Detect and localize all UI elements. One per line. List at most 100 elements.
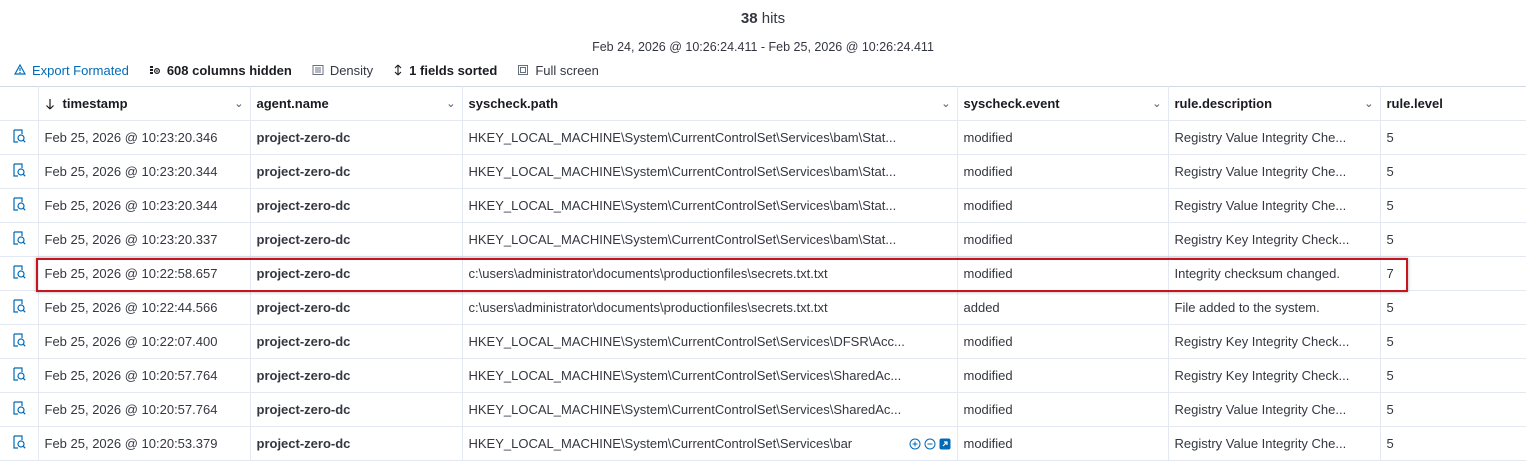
expand-row-button[interactable] [0,392,39,427]
cell-timestamp[interactable]: Feb 25, 2026 @ 10:20:53.379 [38,426,251,461]
cell-timestamp[interactable]: Feb 25, 2026 @ 10:23:20.346 [38,120,251,155]
expand-row-button[interactable] [0,324,39,359]
cell-syscheck-path[interactable]: HKEY_LOCAL_MACHINE\System\CurrentControl… [462,154,958,189]
cell-syscheck-path[interactable]: HKEY_LOCAL_MACHINE\System\CurrentControl… [462,188,958,223]
cell-timestamp[interactable]: Feb 25, 2026 @ 10:20:57.764 [38,358,251,393]
cell-rule-description[interactable]: Registry Value Integrity Che... [1168,120,1381,155]
column-header-rule-description[interactable]: rule.description ⌄ [1168,86,1381,121]
table-row: Feb 25, 2026 @ 10:20:57.764 project-zero… [0,392,1526,427]
cell-syscheck-event[interactable]: modified [957,426,1169,461]
expand-row-button[interactable] [0,222,39,257]
table-row-highlighted: Feb 25, 2026 @ 10:22:58.657 project-zero… [0,256,1526,291]
table-row: Feb 25, 2026 @ 10:23:20.344 project-zero… [0,154,1526,189]
cell-syscheck-event[interactable]: modified [957,188,1169,223]
column-header-agent-name[interactable]: agent.name ⌄ [250,86,463,121]
cell-timestamp[interactable]: Feb 25, 2026 @ 10:23:20.344 [38,154,251,189]
export-formatted-button[interactable]: Export Formated [14,63,129,78]
cell-timestamp[interactable]: Feb 25, 2026 @ 10:20:57.764 [38,392,251,427]
sort-icon [394,64,402,76]
cell-agent-name[interactable]: project-zero-dc [250,324,463,359]
columns-hidden-button[interactable]: 608 columns hidden [149,63,292,78]
cell-agent-name[interactable]: project-zero-dc [250,290,463,325]
cell-rule-description[interactable]: Registry Value Integrity Che... [1168,154,1381,189]
column-header-syscheck-event[interactable]: syscheck.event ⌄ [957,86,1169,121]
expand-cell-icon[interactable] [939,438,951,450]
cell-timestamp[interactable]: Feb 25, 2026 @ 10:22:44.566 [38,290,251,325]
column-header-rule-level[interactable]: rule.level [1380,86,1526,121]
cell-actions [909,438,951,450]
cell-timestamp[interactable]: Feb 25, 2026 @ 10:23:20.337 [38,222,251,257]
cell-rule-level[interactable]: 5 [1380,154,1526,189]
column-header-label: syscheck.event [963,96,1060,111]
expand-row-button[interactable] [0,120,39,155]
expand-row-button[interactable] [0,256,39,291]
cell-rule-description[interactable]: Registry Key Integrity Check... [1168,222,1381,257]
chevron-down-icon[interactable]: ⌄ [234,97,243,110]
cell-rule-description[interactable]: Registry Value Integrity Che... [1168,392,1381,427]
cell-syscheck-event[interactable]: modified [957,324,1169,359]
chevron-down-icon[interactable]: ⌄ [1152,97,1161,110]
cell-rule-level[interactable]: 7 [1380,256,1526,291]
cell-syscheck-event[interactable]: added [957,290,1169,325]
expand-row-icon [13,435,26,449]
cell-rule-level[interactable]: 5 [1380,120,1526,155]
cell-agent-name[interactable]: project-zero-dc [250,426,463,461]
cell-rule-level[interactable]: 5 [1380,358,1526,393]
cell-syscheck-path[interactable]: c:\users\administrator\documents\product… [462,256,958,291]
cell-rule-description[interactable]: Registry Value Integrity Che... [1168,426,1381,461]
expand-row-button[interactable] [0,290,39,325]
cell-syscheck-event[interactable]: modified [957,120,1169,155]
cell-rule-description[interactable]: Registry Key Integrity Check... [1168,358,1381,393]
chevron-down-icon[interactable]: ⌄ [446,97,455,110]
cell-rule-level[interactable]: 5 [1380,290,1526,325]
cell-syscheck-path[interactable]: HKEY_LOCAL_MACHINE\System\CurrentControl… [462,222,958,257]
full-screen-label: Full screen [535,62,599,78]
cell-rule-level[interactable]: 5 [1380,392,1526,427]
cell-rule-description[interactable]: Registry Value Integrity Che... [1168,188,1381,223]
cell-rule-level[interactable]: 5 [1380,324,1526,359]
cell-rule-description[interactable]: Registry Key Integrity Check... [1168,324,1381,359]
cell-agent-name[interactable]: project-zero-dc [250,358,463,393]
expand-row-button[interactable] [0,426,39,461]
cell-agent-name[interactable]: project-zero-dc [250,154,463,189]
cell-timestamp[interactable]: Feb 25, 2026 @ 10:22:07.400 [38,324,251,359]
density-button[interactable]: Density [312,63,373,78]
cell-syscheck-event[interactable]: modified [957,358,1169,393]
cell-rule-level[interactable]: 5 [1380,188,1526,223]
cell-agent-name[interactable]: project-zero-dc [250,120,463,155]
filter-for-value-icon[interactable] [909,438,921,450]
expand-row-button[interactable] [0,188,39,223]
filter-out-value-icon[interactable] [924,438,936,450]
expand-row-button[interactable] [0,154,39,189]
cell-timestamp[interactable]: Feb 25, 2026 @ 10:22:58.657 [38,256,251,291]
table-row: Feb 25, 2026 @ 10:23:20.346 project-zero… [0,120,1526,155]
cell-agent-name[interactable]: project-zero-dc [250,256,463,291]
cell-syscheck-event[interactable]: modified [957,392,1169,427]
fields-sorted-button[interactable]: 1 fields sorted [393,63,497,78]
cell-syscheck-path[interactable]: HKEY_LOCAL_MACHINE\System\CurrentControl… [462,426,958,461]
expand-row-icon [13,333,26,347]
expand-row-button[interactable] [0,358,39,393]
expand-row-icon [13,129,26,143]
cell-syscheck-path[interactable]: HKEY_LOCAL_MACHINE\System\CurrentControl… [462,392,958,427]
cell-syscheck-path[interactable]: HKEY_LOCAL_MACHINE\System\CurrentControl… [462,358,958,393]
cell-syscheck-event[interactable]: modified [957,154,1169,189]
chevron-down-icon[interactable]: ⌄ [941,97,950,110]
column-header-timestamp[interactable]: timestamp ⌄ [38,86,251,121]
cell-rule-level[interactable]: 5 [1380,222,1526,257]
cell-timestamp[interactable]: Feb 25, 2026 @ 10:23:20.344 [38,188,251,223]
column-header-syscheck-path[interactable]: syscheck.path ⌄ [462,86,958,121]
chevron-down-icon[interactable]: ⌄ [1364,97,1373,110]
cell-syscheck-path[interactable]: c:\users\administrator\documents\product… [462,290,958,325]
cell-syscheck-event[interactable]: modified [957,256,1169,291]
cell-rule-level[interactable]: 5 [1380,426,1526,461]
cell-syscheck-path[interactable]: HKEY_LOCAL_MACHINE\System\CurrentControl… [462,324,958,359]
cell-syscheck-event[interactable]: modified [957,222,1169,257]
cell-syscheck-path[interactable]: HKEY_LOCAL_MACHINE\System\CurrentControl… [462,120,958,155]
full-screen-button[interactable]: Full screen [517,63,599,78]
cell-agent-name[interactable]: project-zero-dc [250,188,463,223]
cell-agent-name[interactable]: project-zero-dc [250,392,463,427]
cell-rule-description[interactable]: Integrity checksum changed. [1168,256,1381,291]
cell-agent-name[interactable]: project-zero-dc [250,222,463,257]
cell-rule-description[interactable]: File added to the system. [1168,290,1381,325]
